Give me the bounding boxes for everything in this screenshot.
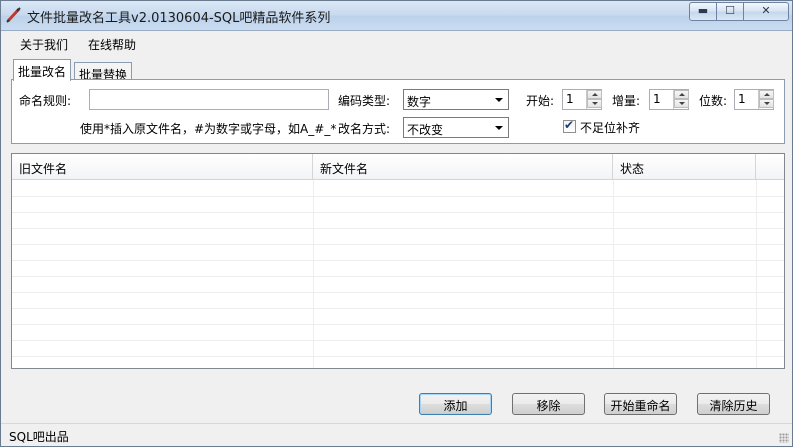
table-row bbox=[12, 245, 784, 261]
status-text: SQL吧出品 bbox=[9, 430, 69, 444]
table-row bbox=[12, 325, 784, 341]
spin-up-icon[interactable] bbox=[674, 90, 689, 99]
naming-rule-input[interactable] bbox=[89, 89, 329, 110]
spin-down-icon[interactable] bbox=[674, 99, 689, 108]
resize-grip-icon[interactable] bbox=[779, 433, 789, 443]
maximize-icon: ☐ bbox=[725, 4, 735, 17]
pad-digits-checkbox[interactable]: ✔ bbox=[563, 118, 576, 133]
start-label: 开始: bbox=[526, 94, 555, 108]
encoding-type-value: 数字 bbox=[407, 95, 432, 109]
status-bar: SQL吧出品 bbox=[1, 423, 792, 446]
table-row bbox=[12, 309, 784, 325]
close-icon: ✕ bbox=[761, 4, 771, 17]
table-row bbox=[12, 197, 784, 213]
encoding-type-select[interactable]: 数字 bbox=[403, 89, 509, 110]
table-row bbox=[12, 261, 784, 277]
column-status-label: 状态 bbox=[620, 162, 645, 176]
chevron-down-icon bbox=[495, 98, 503, 102]
rename-mode-value: 不改变 bbox=[407, 123, 444, 137]
minimize-button[interactable]: ▬ bbox=[689, 2, 717, 21]
pad-digits-label: 不足位补齐 bbox=[580, 121, 641, 135]
table-row bbox=[12, 293, 784, 309]
column-old-filename[interactable]: 旧文件名 bbox=[12, 154, 313, 180]
table-row bbox=[12, 277, 784, 293]
table-row bbox=[12, 229, 784, 245]
start-rename-button[interactable]: 开始重命名 bbox=[604, 393, 677, 415]
increment-stepper[interactable]: 1 bbox=[649, 89, 689, 110]
spin-down-icon[interactable] bbox=[759, 99, 774, 108]
remove-button[interactable]: 移除 bbox=[512, 393, 585, 415]
digits-stepper[interactable]: 1 bbox=[734, 89, 774, 110]
start-stepper-buttons bbox=[586, 90, 602, 109]
spin-up-icon[interactable] bbox=[759, 90, 774, 99]
title-bar[interactable]: 文件批量改名工具v2.0130604-SQL吧精品软件系列 ▬ ☐ ✕ bbox=[1, 1, 792, 31]
minimize-icon: ▬ bbox=[697, 4, 709, 17]
table-row bbox=[12, 341, 784, 357]
close-button[interactable]: ✕ bbox=[743, 2, 789, 21]
file-list-header: 旧文件名 新文件名 状态 bbox=[12, 154, 784, 180]
menu-about-us[interactable]: 关于我们 bbox=[20, 36, 68, 53]
digits-value: 1 bbox=[738, 92, 746, 106]
spin-up-icon[interactable] bbox=[587, 90, 602, 99]
column-old-filename-label: 旧文件名 bbox=[19, 162, 68, 176]
increment-stepper-buttons bbox=[673, 90, 689, 109]
naming-rule-label: 命名规则: bbox=[19, 94, 72, 108]
rename-mode-select[interactable]: 不改变 bbox=[403, 117, 509, 138]
file-list[interactable]: 旧文件名 新文件名 状态 bbox=[11, 153, 785, 369]
chevron-down-icon bbox=[495, 126, 503, 130]
app-window: 文件批量改名工具v2.0130604-SQL吧精品软件系列 ▬ ☐ ✕ 关于我们… bbox=[0, 0, 793, 447]
checkmark-icon: ✔ bbox=[564, 118, 575, 132]
table-row bbox=[12, 181, 784, 197]
tab-batch-rename[interactable]: 批量改名 bbox=[13, 59, 72, 81]
table-row bbox=[12, 213, 784, 229]
menu-online-help[interactable]: 在线帮助 bbox=[88, 36, 136, 53]
start-stepper[interactable]: 1 bbox=[562, 89, 602, 110]
encoding-type-label: 编码类型: bbox=[338, 94, 391, 108]
clear-history-button[interactable]: 清除历史 bbox=[697, 393, 770, 415]
column-new-filename[interactable]: 新文件名 bbox=[313, 154, 613, 180]
increment-label: 增量: bbox=[612, 94, 641, 108]
column-new-filename-label: 新文件名 bbox=[320, 162, 369, 176]
digits-stepper-buttons bbox=[758, 90, 774, 109]
add-button[interactable]: 添加 bbox=[419, 393, 492, 415]
start-value: 1 bbox=[566, 92, 574, 106]
spin-down-icon[interactable] bbox=[587, 99, 602, 108]
maximize-button[interactable]: ☐ bbox=[716, 2, 744, 21]
naming-rule-hint: 使用*插入原文件名，#为数字或字母，如A_#_* bbox=[80, 122, 337, 136]
column-status[interactable]: 状态 bbox=[613, 154, 756, 180]
tab-panel-batch-rename: 命名规则: 使用*插入原文件名，#为数字或字母，如A_#_* 编码类型: 数字 … bbox=[11, 79, 785, 144]
rename-mode-label: 改名方式: bbox=[338, 122, 391, 136]
increment-value: 1 bbox=[653, 92, 661, 106]
menu-bar: 关于我们 在线帮助 bbox=[1, 31, 792, 55]
window-title: 文件批量改名工具v2.0130604-SQL吧精品软件系列 bbox=[27, 11, 331, 26]
pen-icon bbox=[6, 7, 21, 23]
digits-label: 位数: bbox=[699, 94, 728, 108]
